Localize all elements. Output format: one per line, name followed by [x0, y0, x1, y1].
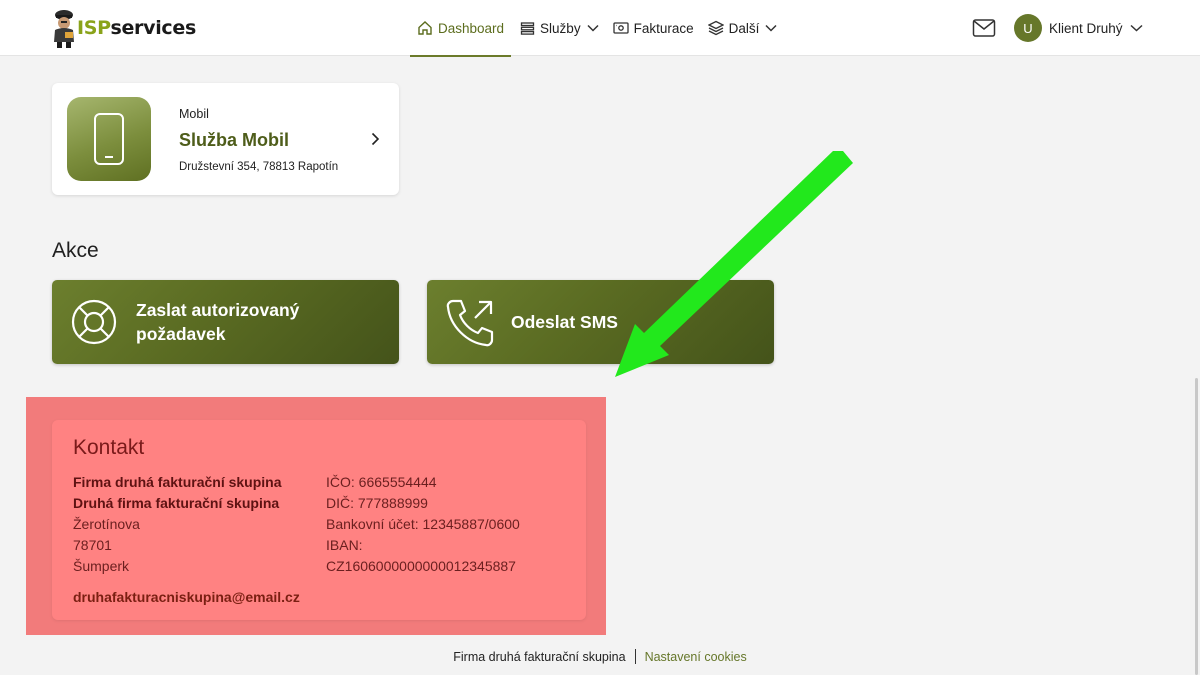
- contact-iban: CZ1606000000000012345887: [326, 558, 516, 574]
- logo-isp: ISP: [77, 17, 111, 39]
- contact-card: Kontakt Firma druhá fakturační skupina D…: [52, 420, 586, 620]
- contact-iban-label: IBAN:: [326, 537, 363, 553]
- contact-ico: IČO: 6665554444: [326, 474, 437, 490]
- scrollbar[interactable]: [1195, 378, 1198, 675]
- chevron-down-icon: [587, 24, 599, 32]
- home-icon: [418, 21, 432, 35]
- annotation-arrow: [615, 151, 853, 377]
- list-icon: [520, 21, 535, 35]
- user-menu[interactable]: U Klient Druhý: [1014, 14, 1143, 42]
- layers-icon: [707, 20, 724, 36]
- contact-company-2: Druhá firma fakturační skupina: [73, 495, 280, 511]
- nav-fakturace[interactable]: Fakturace: [606, 0, 701, 56]
- chevron-right-icon: [371, 132, 380, 146]
- lifebuoy-icon: [71, 299, 117, 345]
- nav-dalsi-label: Další: [728, 20, 760, 36]
- nav-dalsi[interactable]: Další: [701, 0, 785, 56]
- mail-icon[interactable]: [972, 18, 996, 38]
- send-authorized-request-button[interactable]: Zaslat autorizovaný požadavek: [52, 280, 399, 364]
- service-icon-tile: [67, 97, 151, 181]
- nav-dashboard[interactable]: Dashboard: [410, 0, 512, 57]
- actions-heading: Akce: [52, 239, 99, 262]
- contact-dic: DIČ: 777888999: [326, 495, 428, 511]
- contact-zip: 78701: [73, 537, 112, 553]
- logo-services: services: [110, 17, 196, 39]
- isp-logo[interactable]: ISPservices: [52, 8, 196, 48]
- footer-divider: [634, 649, 636, 664]
- nav-sluzby-label: Služby: [540, 20, 581, 36]
- contact-company-1: Firma druhá fakturační skupina: [73, 474, 282, 490]
- cookie-settings-link[interactable]: Nastavení cookies: [645, 650, 747, 664]
- contact-title: Kontakt: [73, 436, 145, 459]
- banknote-icon: [612, 22, 629, 34]
- mascot-icon: [54, 10, 74, 48]
- contact-billing-column: IČO: 6665554444 DIČ: 777888999 Bankovní …: [326, 472, 576, 577]
- nav-fakturace-label: Fakturace: [633, 20, 694, 36]
- service-type: Mobil: [179, 107, 209, 121]
- send-authorized-request-label: Zaslat autorizovaný požadavek: [136, 300, 300, 344]
- contact-city: Šumperk: [73, 558, 130, 574]
- chevron-down-icon: [1130, 24, 1143, 32]
- contact-bank: Bankovní účet: 12345887/0600: [326, 516, 520, 532]
- footer-company: Firma druhá fakturační skupina: [453, 650, 626, 664]
- contact-email-link[interactable]: druhafakturacniskupina@email.cz: [73, 589, 300, 605]
- nav-dashboard-label: Dashboard: [438, 20, 505, 36]
- nav-sluzby[interactable]: Služby: [513, 0, 606, 56]
- chevron-down-icon: [765, 24, 777, 32]
- user-name: Klient Druhý: [1049, 20, 1123, 36]
- phone-outgoing-icon: [446, 299, 494, 347]
- top-header: ISPservices Dashboard Služby Fakturace D…: [0, 0, 1200, 57]
- service-name: Služba Mobil: [179, 130, 289, 150]
- main-nav: Dashboard Služby Fakturace Další: [410, 0, 785, 57]
- service-card-mobil[interactable]: Mobil Služba Mobil Družstevní 354, 78813…: [52, 83, 399, 195]
- contact-address-column: Firma druhá fakturační skupina Druhá fir…: [73, 472, 282, 577]
- avatar: U: [1014, 14, 1042, 42]
- contact-street: Žerotínova: [73, 516, 140, 532]
- smartphone-icon: [94, 113, 124, 165]
- service-address: Družstevní 354, 78813 Rapotín: [179, 161, 339, 173]
- footer: Firma druhá fakturační skupina Nastavení …: [0, 649, 1200, 664]
